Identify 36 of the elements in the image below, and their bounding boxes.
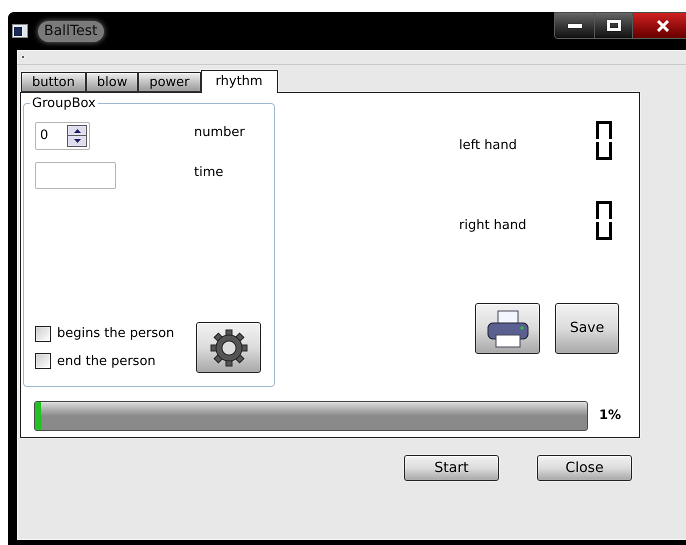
spin-down-button[interactable] (68, 136, 86, 146)
checkbox-label: begins the person (57, 325, 174, 343)
progress-reading: 1% (599, 407, 622, 426)
number-label: number (194, 124, 245, 142)
hand-label: left hand (459, 136, 517, 155)
group-box-title: GroupBox (30, 96, 98, 112)
minimize-button[interactable] (555, 13, 595, 38)
close-icon (657, 20, 669, 32)
printer-icon (486, 308, 530, 348)
up-arrow-icon (74, 128, 80, 132)
down-arrow-icon (74, 139, 80, 143)
tab[interactable]: power (138, 72, 201, 92)
dialog-button[interactable]: Start (404, 455, 499, 481)
maximize-button[interactable] (595, 13, 633, 38)
spin-up-button[interactable] (68, 126, 86, 136)
tab[interactable]: button (21, 72, 86, 92)
tab[interactable]: blow (86, 72, 138, 92)
checkbox[interactable] (35, 353, 51, 370)
time-field[interactable] (35, 162, 116, 189)
settings-button[interactable] (196, 322, 261, 373)
lcd-digit-icon (594, 119, 614, 162)
gear-icon (208, 328, 248, 368)
hand-label: right hand (459, 216, 526, 235)
print-button[interactable] (475, 303, 540, 354)
tab[interactable]: rhythm (200, 70, 278, 93)
time-label: time (194, 164, 224, 182)
dialog-button[interactable]: Close (537, 455, 632, 481)
app-icon (12, 24, 28, 38)
checkbox[interactable] (35, 326, 51, 342)
spin-value: 0 (40, 127, 48, 146)
lcd-digit-icon (594, 199, 614, 242)
window-title: BallTest (38, 20, 104, 42)
checkbox-label: end the person (57, 352, 156, 370)
close-button[interactable] (633, 13, 686, 38)
spin-box[interactable]: 0 (35, 122, 90, 150)
save-button[interactable]: Save (555, 303, 619, 354)
